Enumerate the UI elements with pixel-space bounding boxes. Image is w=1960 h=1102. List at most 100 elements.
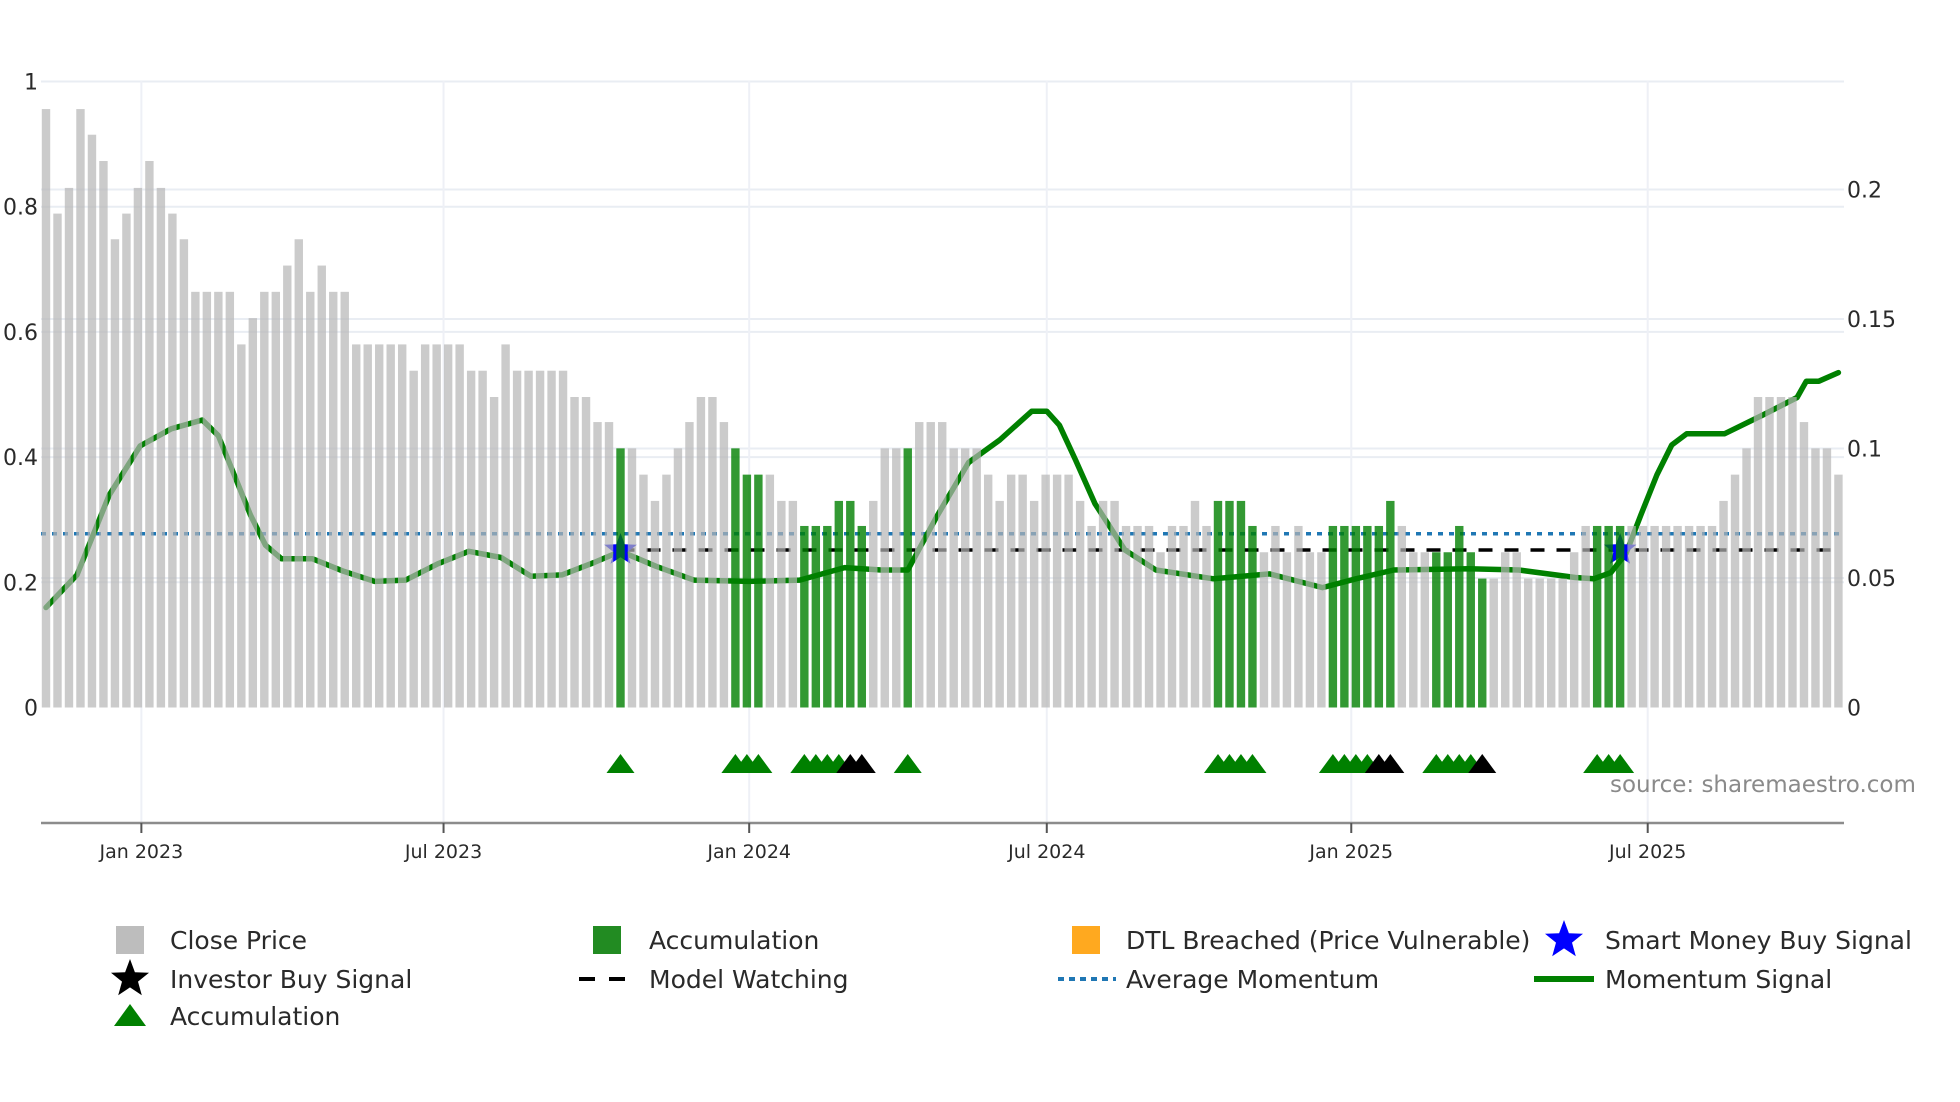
legend-label: Accumulation [170, 1002, 340, 1031]
close-price-bar [133, 187, 143, 708]
accumulation-bar [834, 500, 844, 708]
close-price-bar [1524, 578, 1533, 708]
close-price-bar [604, 422, 614, 708]
close-price-bar [1501, 552, 1510, 708]
close-price-bar [317, 265, 326, 708]
left-tick-label: 1 [24, 71, 38, 96]
close-price-bar [1834, 474, 1843, 708]
close-price-bar [329, 291, 338, 708]
close-price-bar [627, 448, 637, 708]
close-price-bar [696, 397, 706, 708]
close-price-bar [547, 370, 556, 708]
close-price-bar [915, 422, 924, 708]
close-price-bar [237, 344, 246, 708]
close-price-bar [1305, 552, 1315, 708]
close-price-bar [397, 344, 407, 708]
accumulation-bar [1478, 578, 1487, 708]
close-price-bar [662, 474, 671, 708]
close-price-bar [1271, 525, 1280, 708]
close-price-bar [1535, 578, 1544, 708]
close-price-bar [1673, 525, 1682, 708]
accumulation-bar [846, 500, 855, 708]
accumulation-bar [811, 525, 821, 708]
close-price-bar [1179, 525, 1188, 708]
close-price-bar [1811, 448, 1820, 708]
left-tick-label: 0.2 [3, 571, 38, 596]
close-price-bar [248, 318, 258, 708]
black-star-icon [111, 959, 149, 996]
close-price-bar [443, 344, 453, 708]
accumulation-bar [1351, 525, 1361, 708]
close-price-bar [1064, 474, 1073, 708]
source-label: source: sharemaestro.com [1610, 772, 1916, 798]
legend-label: Average Momentum [1126, 965, 1379, 994]
close-price-bar [777, 500, 786, 708]
accumulation-bar [1466, 552, 1475, 708]
close-price-bar [685, 422, 694, 708]
close-price-bar [41, 109, 51, 708]
close-price-bar [64, 187, 74, 708]
close-price-bar [1190, 500, 1200, 708]
accumulation-bar [1443, 552, 1452, 708]
close-price-bar [306, 291, 315, 708]
close-price-bar [1041, 474, 1050, 708]
accumulation-bar [903, 448, 912, 708]
close-price-bar [1512, 552, 1521, 708]
accumulation-bar [857, 525, 866, 708]
close-price-bar [432, 344, 441, 708]
close-price-bar [995, 500, 1004, 708]
close-price-bar [501, 344, 510, 708]
close-price-bar [949, 448, 958, 708]
x-tick-label: Jan 2024 [706, 841, 791, 863]
close-price-bar [1397, 525, 1407, 708]
close-price-bar [466, 370, 476, 708]
close-price-bar [283, 265, 292, 708]
accumulation-bar [1374, 525, 1384, 708]
close-price-bar [1730, 474, 1740, 708]
accumulation-bar [823, 525, 832, 708]
close-price-bar [214, 291, 223, 708]
close-price-bar [1133, 525, 1142, 708]
close-price-bar [961, 448, 970, 708]
close-price-bar [1156, 552, 1165, 708]
close-price-bar [340, 291, 349, 708]
accumulation-bar [1432, 552, 1441, 708]
close-price-bar [202, 291, 212, 708]
x-tick-label: Jul 2024 [1007, 841, 1085, 863]
legend-label: Smart Money Buy Signal [1605, 926, 1912, 955]
close-price-bar [938, 422, 947, 708]
close-price-bar [76, 109, 85, 708]
close-price-bar [570, 397, 579, 708]
close-price-bar [1259, 552, 1269, 708]
close-price-bar [294, 239, 303, 708]
close-price-bar [673, 448, 683, 708]
accumulation-bar [1248, 525, 1257, 708]
close-price-bar [1788, 397, 1797, 708]
close-price-bar [363, 344, 372, 708]
close-price-bar [87, 134, 97, 708]
legend-label: Momentum Signal [1605, 965, 1832, 994]
right-tick-label: 0.1 [1847, 438, 1882, 463]
close-price-bar [983, 474, 993, 708]
close-price-bar [179, 239, 189, 708]
close-price-bar [512, 370, 522, 708]
close-price-bar [489, 397, 499, 708]
close-price-bar [1753, 397, 1763, 708]
blue-star-icon [1545, 920, 1583, 957]
close-price-bar [1110, 500, 1119, 708]
x-tick-label: Jan 2025 [1308, 841, 1393, 863]
accumulation-bar [1386, 500, 1395, 708]
accumulation-bar [754, 474, 763, 708]
close-price-bar [1029, 500, 1039, 708]
close-price-bar [1294, 525, 1303, 708]
right-tick-label: 0.2 [1847, 179, 1882, 204]
close-price-bar [1546, 578, 1556, 708]
accumulation-bar [1604, 525, 1613, 708]
right-tick-label: 0 [1847, 697, 1861, 722]
close-price-bar [926, 422, 935, 708]
accumulation-triangle [606, 754, 635, 773]
accumulation-bar [1328, 525, 1338, 708]
close-price-bar [386, 344, 395, 708]
right-tick-label: 0.15 [1847, 308, 1896, 333]
accumulation-bar [1213, 500, 1223, 708]
